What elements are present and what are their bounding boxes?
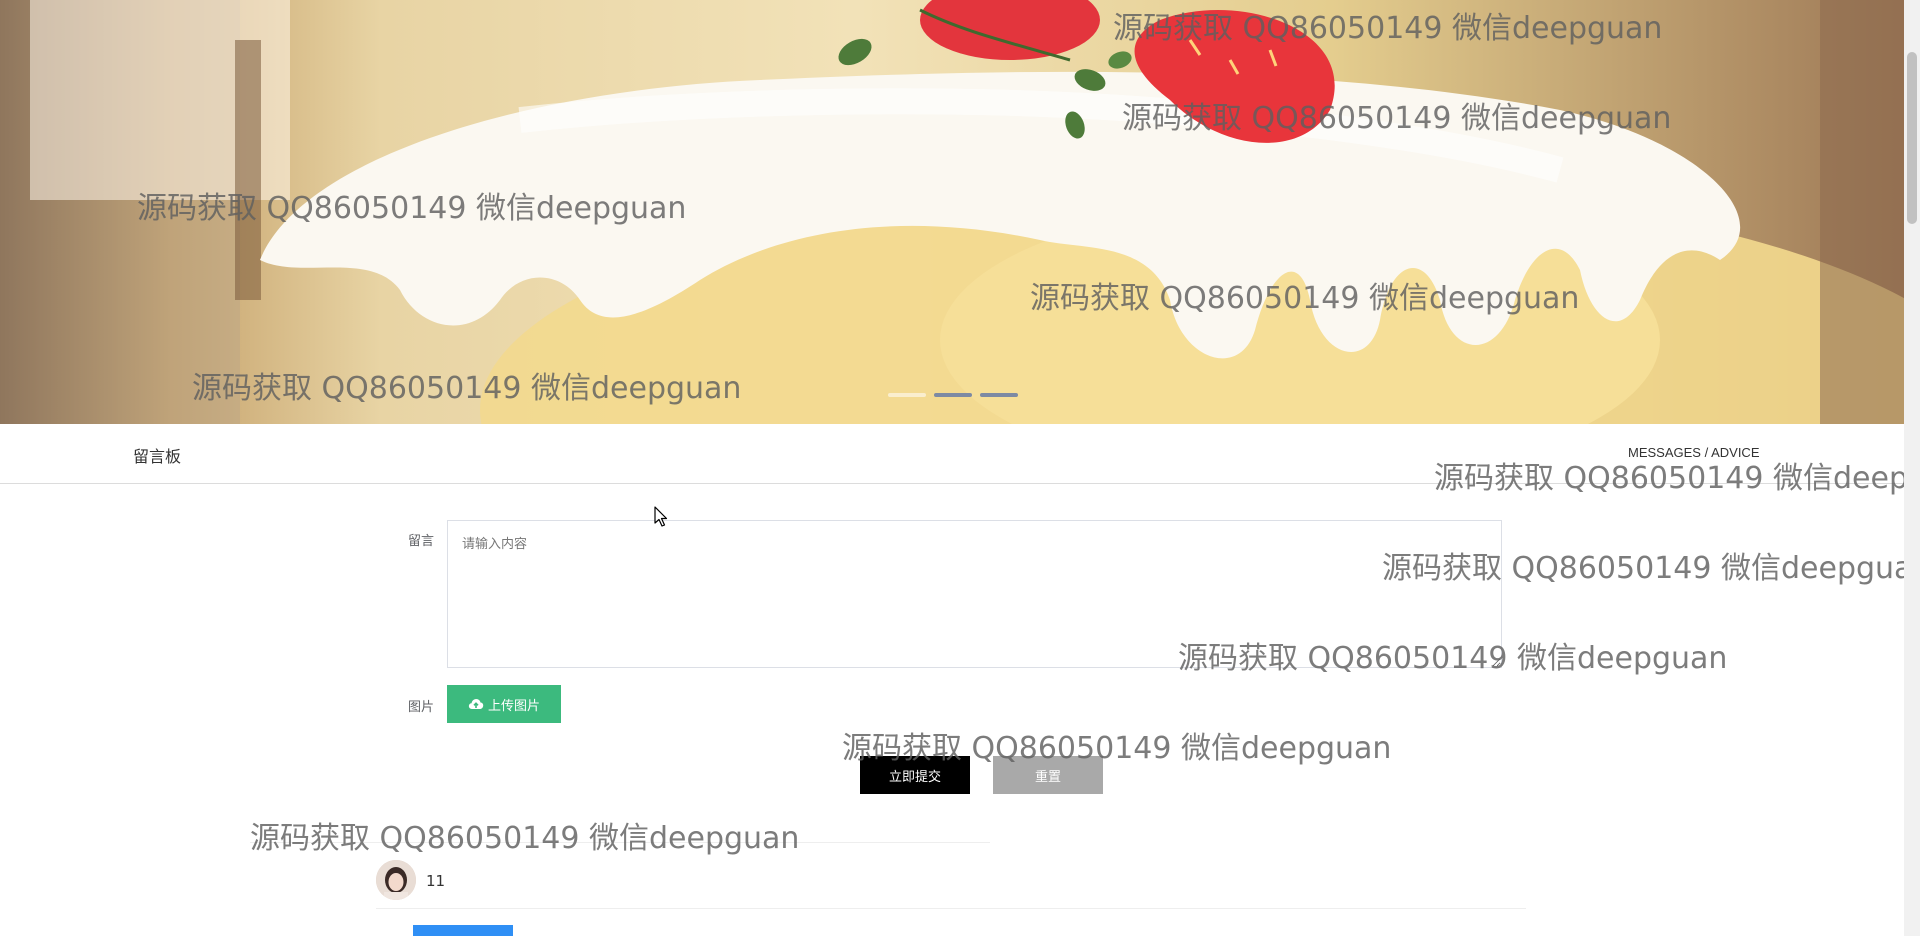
message-list-item: 11 (376, 860, 1526, 909)
section-subtitle: MESSAGES / ADVICE (1628, 445, 1760, 460)
watermark: 源码获取 QQ86050149 微信deepguan (250, 821, 800, 856)
reply-tag (413, 925, 513, 936)
avatar (376, 860, 416, 900)
mouse-pointer-icon (654, 506, 668, 527)
list-divider (250, 842, 990, 843)
upload-button-label: 上传图片 (487, 698, 540, 714)
upload-image-button[interactable]: 上传图片 (447, 685, 561, 723)
message-textarea[interactable] (447, 520, 1502, 668)
section-title: 留言板 (133, 447, 182, 466)
cake-banner-image (0, 0, 1904, 424)
carousel-dot-3[interactable] (980, 393, 1018, 397)
scrollbar-thumb[interactable] (1907, 52, 1917, 224)
avatar-image (376, 860, 416, 900)
carousel-dot-1[interactable] (888, 393, 926, 397)
page-scrollbar[interactable] (1904, 0, 1920, 936)
carousel-dot-2[interactable] (934, 393, 972, 397)
message-label: 留言 (408, 534, 435, 549)
banner-carousel[interactable] (0, 0, 1904, 424)
page: 留言板 MESSAGES / ADVICE 留言 图片 上传图片 立即提交 重置… (0, 0, 1920, 936)
section-header: 留言板 MESSAGES / ADVICE (0, 424, 1904, 484)
submit-button[interactable]: 立即提交 (860, 756, 970, 794)
reset-button[interactable]: 重置 (993, 756, 1103, 794)
cloud-upload-icon (468, 699, 484, 709)
image-label: 图片 (408, 700, 435, 715)
carousel-indicators (888, 393, 1018, 397)
message-text: 11 (426, 872, 446, 890)
